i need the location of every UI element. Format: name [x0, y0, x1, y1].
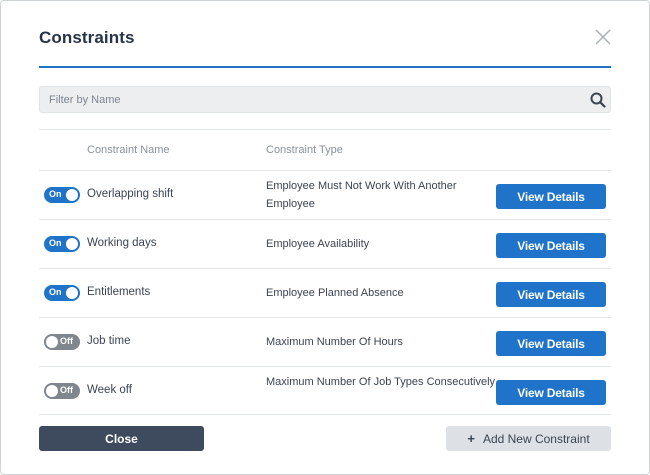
constraint-name: Entitlements [87, 286, 151, 298]
table-row: On Entitlements Employee Planned Absence… [39, 268, 611, 317]
enabled-toggle[interactable]: On [44, 187, 80, 203]
table-top-divider [39, 129, 611, 130]
filter-box [39, 86, 611, 113]
toggle-label: On [49, 287, 62, 297]
column-header-type: Constraint Type [266, 144, 343, 156]
plus-icon: + [467, 431, 475, 446]
constraint-name: Job time [87, 335, 131, 347]
title-divider [39, 66, 611, 68]
constraint-name: Week off [87, 384, 132, 396]
close-icon[interactable] [591, 25, 615, 49]
view-details-button[interactable]: View Details [496, 282, 606, 307]
toggle-knob [66, 238, 78, 250]
search-icon[interactable] [590, 92, 606, 108]
constraint-type: Maximum Number Of Job Types Consecutivel… [266, 376, 496, 388]
add-button-label: Add New Constraint [482, 432, 590, 446]
table-row: On Working days Employee Availability Vi… [39, 219, 611, 268]
constraint-type: Employee Must Not Work With Another Empl… [266, 180, 457, 210]
toggle-label: Off [60, 336, 73, 346]
table-row: Off Job time Maximum Number Of Hours Vie… [39, 317, 611, 366]
toggle-knob [46, 385, 58, 397]
enabled-toggle[interactable]: On [44, 236, 80, 252]
column-header-name: Constraint Name [87, 144, 170, 156]
view-details-button[interactable]: View Details [496, 184, 606, 209]
close-button[interactable]: Close [39, 426, 204, 451]
table-row: Off Week off Maximum Number Of Job Types… [39, 366, 611, 415]
enabled-toggle[interactable]: On [44, 285, 80, 301]
constraint-type: Maximum Number Of Hours [266, 336, 403, 348]
constraints-dialog: Constraints Constraint Name Constraint T… [0, 0, 650, 475]
toggle-knob [66, 287, 78, 299]
constraint-name: Working days [87, 237, 157, 249]
enabled-toggle[interactable]: Off [44, 383, 80, 399]
toggle-knob [46, 336, 58, 348]
enabled-toggle[interactable]: Off [44, 334, 80, 350]
toggle-knob [66, 189, 78, 201]
add-new-constraint-button[interactable]: + Add New Constraint [446, 426, 611, 451]
dialog-title: Constraints [39, 28, 135, 47]
toggle-label: Off [60, 385, 73, 395]
view-details-button[interactable]: View Details [496, 380, 606, 405]
toggle-label: On [49, 189, 62, 199]
view-details-button[interactable]: View Details [496, 331, 606, 356]
constraint-type: Employee Availability [266, 238, 370, 250]
toggle-label: On [49, 238, 62, 248]
view-details-button[interactable]: View Details [496, 233, 606, 258]
constraint-name: Overlapping shift [87, 188, 174, 200]
constraint-type: Employee Planned Absence [266, 287, 404, 299]
table-row: On Overlapping shift Employee Must Not W… [39, 170, 611, 219]
filter-input[interactable] [40, 87, 580, 112]
